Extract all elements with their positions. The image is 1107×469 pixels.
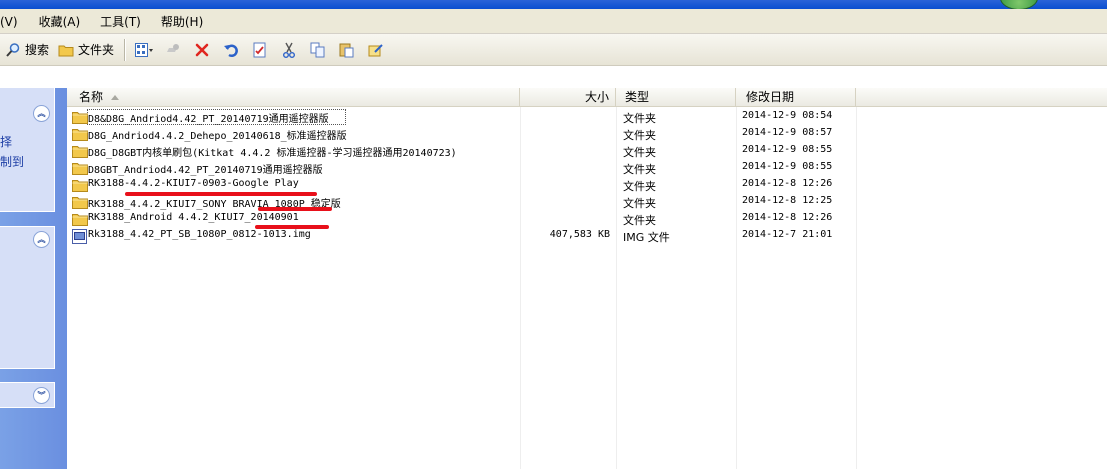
folder-icon [72, 195, 88, 209]
copy-icon [309, 41, 327, 59]
annotation-underline-2 [258, 207, 332, 211]
copy-button[interactable] [305, 38, 334, 62]
search-label: 搜索 [25, 43, 50, 57]
file-row[interactable]: Rk3188_4.42_PT_SB_1080P_0812-1013.img 407… [67, 228, 1107, 245]
properties-icon [251, 41, 269, 59]
paste-button[interactable] [334, 38, 363, 62]
folder-icon [72, 144, 88, 158]
file-date: 2014-12-9 08:57 [742, 127, 833, 138]
expand-chevron-icon[interactable]: ︾ [33, 387, 50, 404]
folder-icon [72, 110, 88, 124]
file-date: 2014-12-8 12:26 [742, 212, 833, 223]
file-name: Rk3188_4.42_PT_SB_1080P_0812-1013.img [88, 229, 311, 240]
file-date: 2014-12-8 12:25 [742, 195, 833, 206]
views-button[interactable] [131, 38, 160, 62]
collapse-chevron-icon[interactable]: ︽ [33, 105, 50, 122]
task-link-a[interactable]: 择 [0, 133, 12, 150]
move-to-button[interactable] [160, 38, 189, 62]
folders-button[interactable]: 文件夹 [53, 38, 118, 62]
task-pane-group-2: ︽ [0, 226, 55, 369]
column-header-type[interactable]: 类型 [616, 88, 736, 106]
file-date: 2014-12-9 08:55 [742, 161, 833, 172]
file-row[interactable]: D8G_Andriod4.4.2_Dehepo_20140618_标准遥控器版 文… [67, 126, 1107, 143]
file-type: 文件夹 [623, 146, 656, 159]
toolbar-separator [124, 38, 126, 61]
annotation-underline-3 [255, 225, 329, 229]
title-bar [0, 0, 1107, 10]
delete-button[interactable] [189, 38, 218, 62]
task-pane: ︽ 择 制到 ︽ ︾ [0, 88, 67, 469]
delete-icon [193, 41, 211, 59]
file-name: RK3188_Android 4.4.2_KIUI7_20140901 [88, 212, 299, 223]
file-date: 2014-12-7 21:01 [742, 229, 833, 240]
task-pane-group-3: ︾ [0, 382, 55, 408]
file-size: 407,583 KB [549, 229, 610, 240]
folder-icon [72, 178, 88, 192]
properties-button[interactable] [247, 38, 276, 62]
scissors-icon [280, 41, 298, 59]
views-icon [135, 41, 154, 59]
folder-icon [72, 212, 88, 226]
file-row[interactable]: D8&D8G_Andriod4.42_PT_20140719通用遥控器版 文件夹 2… [67, 109, 1107, 126]
collapse-chevron-icon[interactable]: ︽ [33, 231, 50, 248]
file-row[interactable]: RK3188_4.4.2_KIUI7_SONY BRAVIA 1080P 稳定版… [67, 194, 1107, 211]
folder-icon [57, 41, 75, 59]
folder-icon [72, 161, 88, 175]
menu-favorites[interactable]: 收藏(A) [39, 13, 81, 30]
list-header: 名称 大小 类型 修改日期 [67, 88, 1107, 107]
file-type: 文件夹 [623, 214, 656, 227]
task-pane-group-1: ︽ 择 制到 [0, 88, 55, 212]
search-icon [4, 41, 22, 59]
folders-label: 文件夹 [78, 43, 115, 57]
menu-help[interactable]: 帮助(H) [161, 13, 203, 30]
file-type: 文件夹 [623, 163, 656, 176]
column-header-size[interactable]: 大小 [520, 88, 616, 106]
column-header-name[interactable]: 名称 [67, 88, 520, 106]
file-name: RK3188-4.4.2-KIUI7-0903-Google Play [88, 178, 299, 189]
rename-button[interactable] [363, 38, 392, 62]
file-date: 2014-12-8 12:26 [742, 178, 833, 189]
task-link-b[interactable]: 制到 [0, 153, 24, 170]
search-button[interactable]: 搜索 [0, 38, 53, 62]
rename-icon [367, 41, 385, 59]
cut-button[interactable] [276, 38, 305, 62]
file-name: D8G_Andriod4.4.2_Dehepo_20140618_标准遥控器版 [88, 131, 347, 142]
img-file-icon [72, 229, 88, 244]
folder-icon [72, 127, 88, 141]
annotation-underline-1 [125, 192, 317, 196]
column-header-date[interactable]: 修改日期 [736, 88, 856, 106]
toolbar: 搜索 文件夹 [0, 34, 1107, 66]
paste-icon [338, 41, 356, 59]
menu-tools[interactable]: 工具(T) [100, 13, 141, 30]
move-to-icon [164, 41, 182, 59]
file-row[interactable]: RK3188_Android 4.4.2_KIUI7_20140901 文件夹 20… [67, 211, 1107, 228]
file-row[interactable]: D8G_D8GBT内核单刷包(Kitkat 4.4.2 标准遥控器-学习遥控器通… [67, 143, 1107, 160]
file-type: IMG 文件 [623, 231, 670, 244]
address-bar[interactable] [0, 66, 1107, 89]
file-date: 2014-12-9 08:54 [742, 110, 833, 121]
file-type: 文件夹 [623, 180, 656, 193]
file-name: D8GBT_Andriod4.42_PT_20140719通用遥控器版 [88, 165, 323, 176]
file-type: 文件夹 [623, 112, 656, 125]
file-name: D8G_D8GBT内核单刷包(Kitkat 4.4.2 标准遥控器-学习遥控器通… [88, 148, 457, 159]
file-list: 名称 大小 类型 修改日期 D8&D8G_Andriod4.42_PT_2014… [67, 88, 1107, 469]
file-type: 文件夹 [623, 197, 656, 210]
file-type: 文件夹 [623, 129, 656, 142]
undo-icon [222, 41, 240, 59]
file-date: 2014-12-9 08:55 [742, 144, 833, 155]
file-name: D8&D8G_Andriod4.42_PT_20140719通用遥控器版 [88, 114, 329, 125]
undo-button[interactable] [218, 38, 247, 62]
file-row[interactable]: D8GBT_Andriod4.42_PT_20140719通用遥控器版 文件夹 20… [67, 160, 1107, 177]
menu-bar: 看(V) 收藏(A) 工具(T) 帮助(H) [0, 9, 1107, 34]
sort-ascending-icon [111, 95, 120, 100]
menu-view[interactable]: 看(V) [0, 13, 18, 30]
